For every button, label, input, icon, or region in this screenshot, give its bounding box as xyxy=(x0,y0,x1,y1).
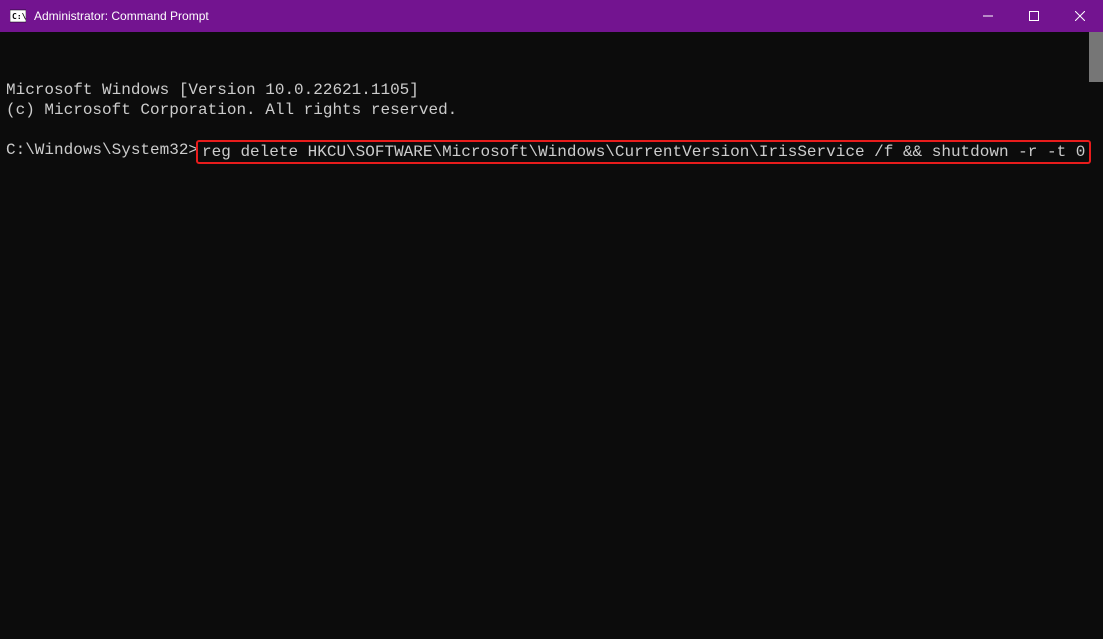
prompt-line: C:\Windows\System32>reg delete HKCU\SOFT… xyxy=(6,140,1097,164)
close-button[interactable] xyxy=(1057,0,1103,32)
terminal-line-version: Microsoft Windows [Version 10.0.22621.11… xyxy=(6,80,1097,100)
svg-text:C:\: C:\ xyxy=(12,12,26,21)
scrollbar-thumb[interactable] xyxy=(1089,32,1103,82)
prompt-path: C:\Windows\System32> xyxy=(6,140,198,160)
window-controls xyxy=(965,0,1103,32)
highlighted-command: reg delete HKCU\SOFTWARE\Microsoft\Windo… xyxy=(196,140,1091,164)
minimize-button[interactable] xyxy=(965,0,1011,32)
window-title: Administrator: Command Prompt xyxy=(34,9,965,23)
maximize-button[interactable] xyxy=(1011,0,1057,32)
titlebar[interactable]: C:\ Administrator: Command Prompt xyxy=(0,0,1103,32)
cmd-icon: C:\ xyxy=(10,8,26,24)
terminal-line-copyright: (c) Microsoft Corporation. All rights re… xyxy=(6,100,1097,120)
command-prompt-window: C:\ Administrator: Command Prompt xyxy=(0,0,1103,639)
terminal-content[interactable]: Microsoft Windows [Version 10.0.22621.11… xyxy=(0,32,1103,639)
